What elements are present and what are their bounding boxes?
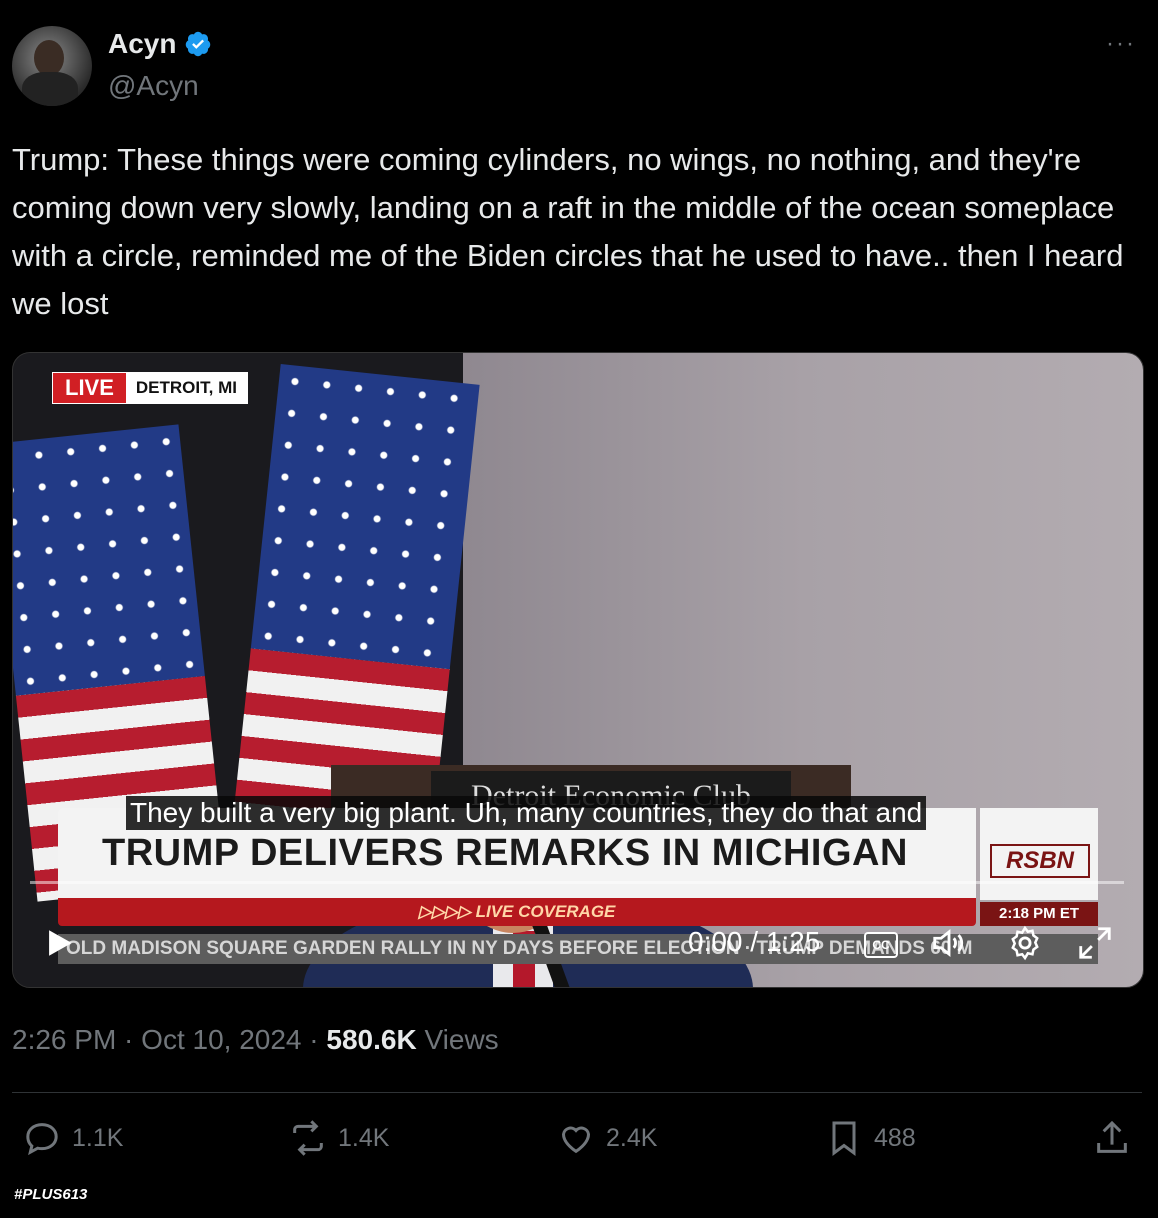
tweet-time[interactable]: 2:26 PM [12,1024,116,1055]
progress-bar[interactable] [30,881,1124,884]
share-icon [1097,1120,1127,1153]
video-caption: They built a very big plant. Uh, many co… [126,796,927,830]
author-handle[interactable]: @Acyn [108,70,199,102]
meta-separator-2: · [301,1024,327,1055]
like-count: 2.4K [606,1123,658,1152]
repost-button[interactable]: 1.4K [288,1118,389,1158]
reply-icon [26,1123,58,1156]
time-display: 0:00 / 1:25 [688,926,821,957]
reply-count: 1.1K [72,1123,124,1152]
bookmark-button[interactable]: 488 [824,1118,916,1158]
network-logo: RSBN [990,844,1090,878]
headline-text: TRUMP DELIVERS REMARKS IN MICHIGAN [102,832,908,874]
action-bar: 1.1K 1.4K 2.4K 488 [0,1118,1158,1168]
video-controls: 0:00 / 1:25 CC [12,918,1142,968]
location-label: DETROIT, MI [125,373,247,403]
settings-gear-icon[interactable] [1006,924,1044,962]
watermark-logo: #PLUS613 [14,1186,88,1203]
tweet-date[interactable]: Oct 10, 2024 [141,1024,301,1055]
play-icon[interactable] [42,926,76,960]
closed-captions-icon[interactable]: CC [864,932,898,958]
bookmark-icon [832,1121,856,1156]
like-button[interactable]: 2.4K [556,1118,657,1158]
tweet-meta: 2:26 PM · Oct 10, 2024 · 580.6K Views [12,1024,499,1056]
views-label: Views [424,1024,499,1055]
share-button[interactable] [1092,1118,1132,1158]
divider [12,1092,1142,1093]
meta-separator: · [116,1024,142,1055]
avatar-body [22,72,78,106]
avatar[interactable] [12,26,92,106]
repost-icon [293,1120,323,1156]
avatar-head [34,40,64,76]
author-row: Acyn [108,28,212,60]
author-name[interactable]: Acyn [108,28,176,60]
repost-count: 1.4K [338,1123,390,1152]
views-count: 580.6K [326,1024,417,1055]
heart-icon [561,1126,591,1154]
live-badge: LIVE DETROIT, MI [52,372,248,404]
reply-button[interactable]: 1.1K [22,1118,123,1158]
volume-icon[interactable] [930,924,968,962]
tweet-text: Trump: These things were coming cylinder… [12,142,1124,321]
verified-badge-icon [186,31,211,57]
fullscreen-icon[interactable] [1076,924,1114,962]
live-label: LIVE [53,373,126,403]
bookmark-count: 488 [874,1123,916,1152]
more-options-icon[interactable]: ··· [1106,30,1136,58]
network-logo-box: RSBN [980,808,1098,900]
